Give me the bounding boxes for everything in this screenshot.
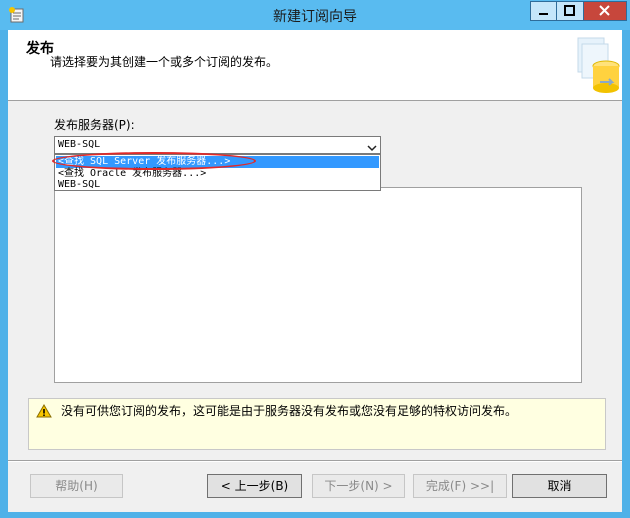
minimize-button[interactable]	[530, 1, 557, 21]
title-bar[interactable]: 新建订阅向导	[0, 0, 630, 30]
warning-icon	[36, 403, 52, 418]
page-description: 请选择要为其创建一个或多个订阅的发布。	[50, 55, 279, 69]
maximize-icon	[564, 5, 575, 16]
maximize-button[interactable]	[557, 1, 584, 21]
publisher-label: 发布服务器(P):	[54, 118, 135, 132]
chevron-down-icon[interactable]	[366, 139, 378, 152]
warning-text: 没有可供您订阅的发布，这可能是由于服务器没有发布或您没有足够的特权访问发布。	[61, 404, 518, 418]
dropdown-option-find-sql-server[interactable]: <查找 SQL Server 发布服务器...>	[56, 156, 379, 168]
dropdown-option-web-sql[interactable]: WEB-SQL	[56, 179, 379, 191]
database-icon	[572, 36, 620, 96]
publication-list[interactable]	[54, 187, 582, 383]
wizard-body: 发布 请选择要为其创建一个或多个订阅的发布。 发布服务器(P): WEB-SQL	[8, 30, 622, 512]
close-icon	[599, 5, 610, 16]
publisher-select[interactable]: WEB-SQL	[54, 136, 381, 154]
minimize-icon	[539, 13, 548, 15]
next-button[interactable]: 下一步(N) >	[312, 474, 405, 498]
finish-button[interactable]: 完成(F) >>|	[413, 474, 507, 498]
close-button[interactable]	[584, 1, 627, 21]
warning-panel: 没有可供您订阅的发布，这可能是由于服务器没有发布或您没有足够的特权访问发布。	[28, 398, 606, 450]
cancel-button[interactable]: 取消	[512, 474, 607, 498]
help-button[interactable]: 帮助(H)	[30, 474, 123, 498]
wizard-window: 新建订阅向导 发布 请选择要为其创建一个或多个订阅的发布。 发布服务器(P): …	[0, 0, 630, 518]
wizard-header: 发布 请选择要为其创建一个或多个订阅的发布。	[8, 30, 622, 101]
publisher-select-value: WEB-SQL	[58, 139, 101, 150]
publisher-dropdown-list[interactable]: <查找 SQL Server 发布服务器...> <查找 Oracle 发布服务…	[54, 154, 381, 191]
footer-divider	[8, 460, 622, 462]
back-button[interactable]: < 上一步(B)	[207, 474, 302, 498]
